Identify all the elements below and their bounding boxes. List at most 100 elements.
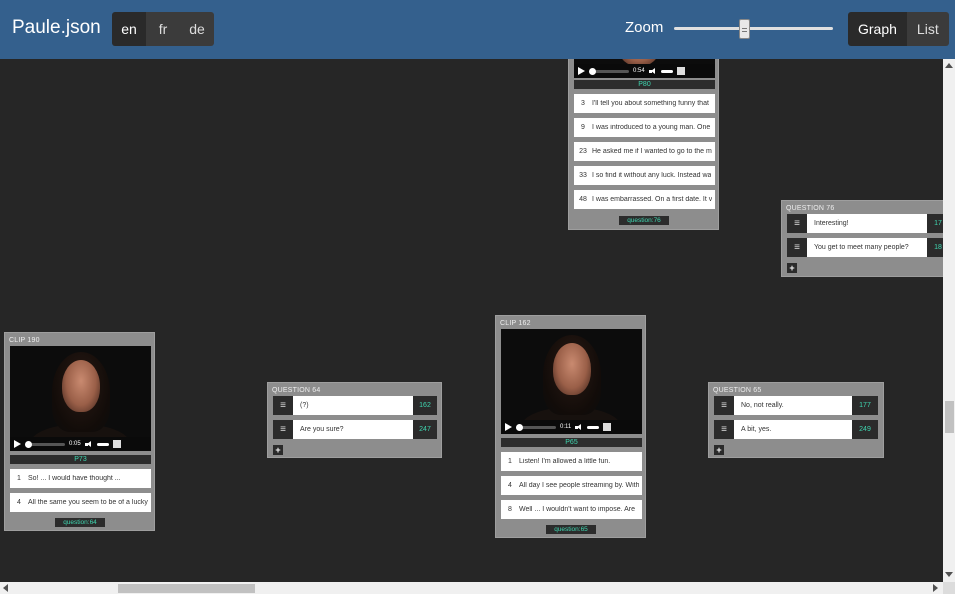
play-icon[interactable] (14, 440, 21, 448)
answer-number: 1 (508, 458, 512, 465)
video-player[interactable]: 0:05 (10, 346, 151, 451)
scroll-up-icon[interactable] (945, 63, 953, 68)
clip-link[interactable]: 177 (852, 396, 878, 415)
zoom-slider-track[interactable] (674, 27, 833, 30)
play-icon[interactable] (505, 423, 512, 431)
drag-handle-icon[interactable]: ≡ (273, 396, 293, 415)
view-switcher: Graph List (848, 12, 949, 46)
clip-label: P80 (574, 80, 715, 89)
video-controls: 0:05 (10, 437, 151, 451)
question-node-65[interactable]: QUESTION 65 ≡ No, not really. 177 ≡ A bi… (708, 382, 884, 458)
node-title: CLIP 162 (500, 320, 531, 327)
answer-number: 1 (17, 475, 21, 482)
drag-handle-icon[interactable]: ≡ (787, 238, 807, 257)
answer-row[interactable]: 48 I was embarrassed. On a first date. It… (574, 190, 715, 209)
add-answer-button[interactable]: + (714, 445, 724, 455)
add-answer-button[interactable]: + (787, 263, 797, 273)
vertical-scroll-thumb[interactable] (945, 401, 954, 433)
lang-en-button[interactable]: en (112, 12, 146, 46)
clip-node-162[interactable]: CLIP 162 0:11 P65 1 Listen! I'm allowed a… (495, 315, 646, 538)
answer-row[interactable]: 23 He asked me if I wanted to go to the m (574, 142, 715, 161)
question-link[interactable]: question:76 (619, 216, 669, 225)
play-icon[interactable] (578, 67, 585, 75)
video-controls: 0:54 (574, 64, 715, 78)
volume-icon[interactable] (575, 423, 583, 431)
volume-bar[interactable] (660, 69, 673, 73)
list-view-button[interactable]: List (906, 12, 949, 46)
answer-number: 4 (508, 482, 512, 489)
answer-number: 9 (581, 124, 585, 131)
clip-link[interactable]: 18 (927, 238, 943, 257)
progress-bar[interactable] (589, 67, 629, 75)
volume-icon[interactable] (648, 67, 657, 75)
drag-handle-icon[interactable]: ≡ (787, 214, 807, 233)
clip-node-190[interactable]: CLIP 190 0:05 P73 1 So! ... I would have … (4, 332, 155, 531)
fullscreen-icon[interactable] (112, 440, 121, 448)
clip-link[interactable]: 162 (413, 396, 437, 415)
answer-text[interactable]: Interesting! (807, 214, 927, 233)
answer-row[interactable]: 1 So! ... I would have thought ... (10, 469, 151, 488)
answer-text: So! ... I would have thought ... (28, 475, 121, 482)
drag-handle-icon[interactable]: ≡ (714, 420, 734, 439)
answer-text[interactable]: Are you sure? (293, 420, 413, 439)
question-answer-row[interactable]: ≡ (?) 162 (273, 396, 437, 415)
answer-row[interactable]: 8 Well ... I wouldn't want to impose. Are (501, 500, 642, 519)
node-title: QUESTION 65 (713, 387, 762, 394)
question-node-76[interactable]: QUESTION 76 ≡ Interesting! 17 ≡ You get … (781, 200, 943, 277)
horizontal-scroll-thumb[interactable] (118, 584, 255, 593)
video-player[interactable]: 0:54 (574, 59, 715, 78)
question-answer-row[interactable]: ≡ Are you sure? 247 (273, 420, 437, 439)
video-time: 0:54 (633, 68, 645, 74)
drag-handle-icon[interactable]: ≡ (714, 396, 734, 415)
answer-number: 3 (581, 100, 585, 107)
answer-text: All the same you seem to be of a lucky (28, 499, 148, 506)
answer-text: I'll tell you about something funny that (592, 100, 709, 107)
answer-text: Well ... I wouldn't want to impose. Are (519, 506, 635, 513)
scroll-down-icon[interactable] (945, 572, 953, 577)
zoom-slider-handle[interactable] (739, 19, 750, 39)
clip-node-top[interactable]: 0:54 P80 3 I'll tell you about something … (568, 59, 719, 230)
answer-row[interactable]: 4 All the same you seem to be of a lucky (10, 493, 151, 512)
answer-text[interactable]: No, not really. (734, 396, 852, 415)
answer-row[interactable]: 33 I so find it without any luck. Instead… (574, 166, 715, 185)
fullscreen-icon[interactable] (676, 67, 685, 75)
fullscreen-icon[interactable] (603, 423, 612, 431)
lang-fr-button[interactable]: fr (146, 12, 180, 46)
progress-bar[interactable] (516, 423, 556, 431)
video-player[interactable]: 0:11 (501, 329, 642, 434)
add-answer-button[interactable]: + (273, 445, 283, 455)
clip-link[interactable]: 17 (927, 214, 943, 233)
answer-row[interactable]: 3 I'll tell you about something funny tha… (574, 94, 715, 113)
lang-de-button[interactable]: de (180, 12, 214, 46)
clip-link[interactable]: 249 (852, 420, 878, 439)
scroll-left-icon[interactable] (3, 584, 8, 592)
scroll-right-icon[interactable] (933, 584, 938, 592)
answer-number: 48 (579, 196, 587, 203)
clip-label: P73 (10, 455, 151, 464)
answer-text: I was embarrassed. On a first date. It v (592, 196, 713, 203)
clip-link[interactable]: 247 (413, 420, 437, 439)
question-answer-row[interactable]: ≡ No, not really. 177 (714, 396, 878, 415)
answer-text[interactable]: (?) (293, 396, 413, 415)
volume-bar[interactable] (96, 442, 109, 446)
question-link[interactable]: question:65 (546, 525, 596, 534)
graph-canvas[interactable]: 0:54 P80 3 I'll tell you about something … (0, 59, 943, 582)
answer-row[interactable]: 1 Listen! I'm allowed a little fun. (501, 452, 642, 471)
answer-row[interactable]: 9 I was introduced to a young man. One (574, 118, 715, 137)
answer-row[interactable]: 4 All day I see people streaming by. With (501, 476, 642, 495)
question-link[interactable]: question:64 (55, 518, 105, 527)
volume-icon[interactable] (84, 440, 93, 448)
answer-text[interactable]: A bit, yes. (734, 420, 852, 439)
question-answer-row[interactable]: ≡ Interesting! 17 (787, 214, 943, 233)
volume-bar[interactable] (587, 425, 600, 429)
answer-number: 8 (508, 506, 512, 513)
graph-view-button[interactable]: Graph (848, 12, 907, 46)
question-node-64[interactable]: QUESTION 64 ≡ (?) 162 ≡ Are you sure? 24… (267, 382, 442, 458)
answer-text[interactable]: You get to meet many people? (807, 238, 927, 257)
drag-handle-icon[interactable]: ≡ (273, 420, 293, 439)
question-answer-row[interactable]: ≡ You get to meet many people? 18 (787, 238, 943, 257)
answer-text: I was introduced to a young man. One (592, 124, 711, 131)
question-answer-row[interactable]: ≡ A bit, yes. 249 (714, 420, 878, 439)
progress-bar[interactable] (25, 440, 65, 448)
vertical-scrollbar[interactable] (943, 59, 955, 582)
